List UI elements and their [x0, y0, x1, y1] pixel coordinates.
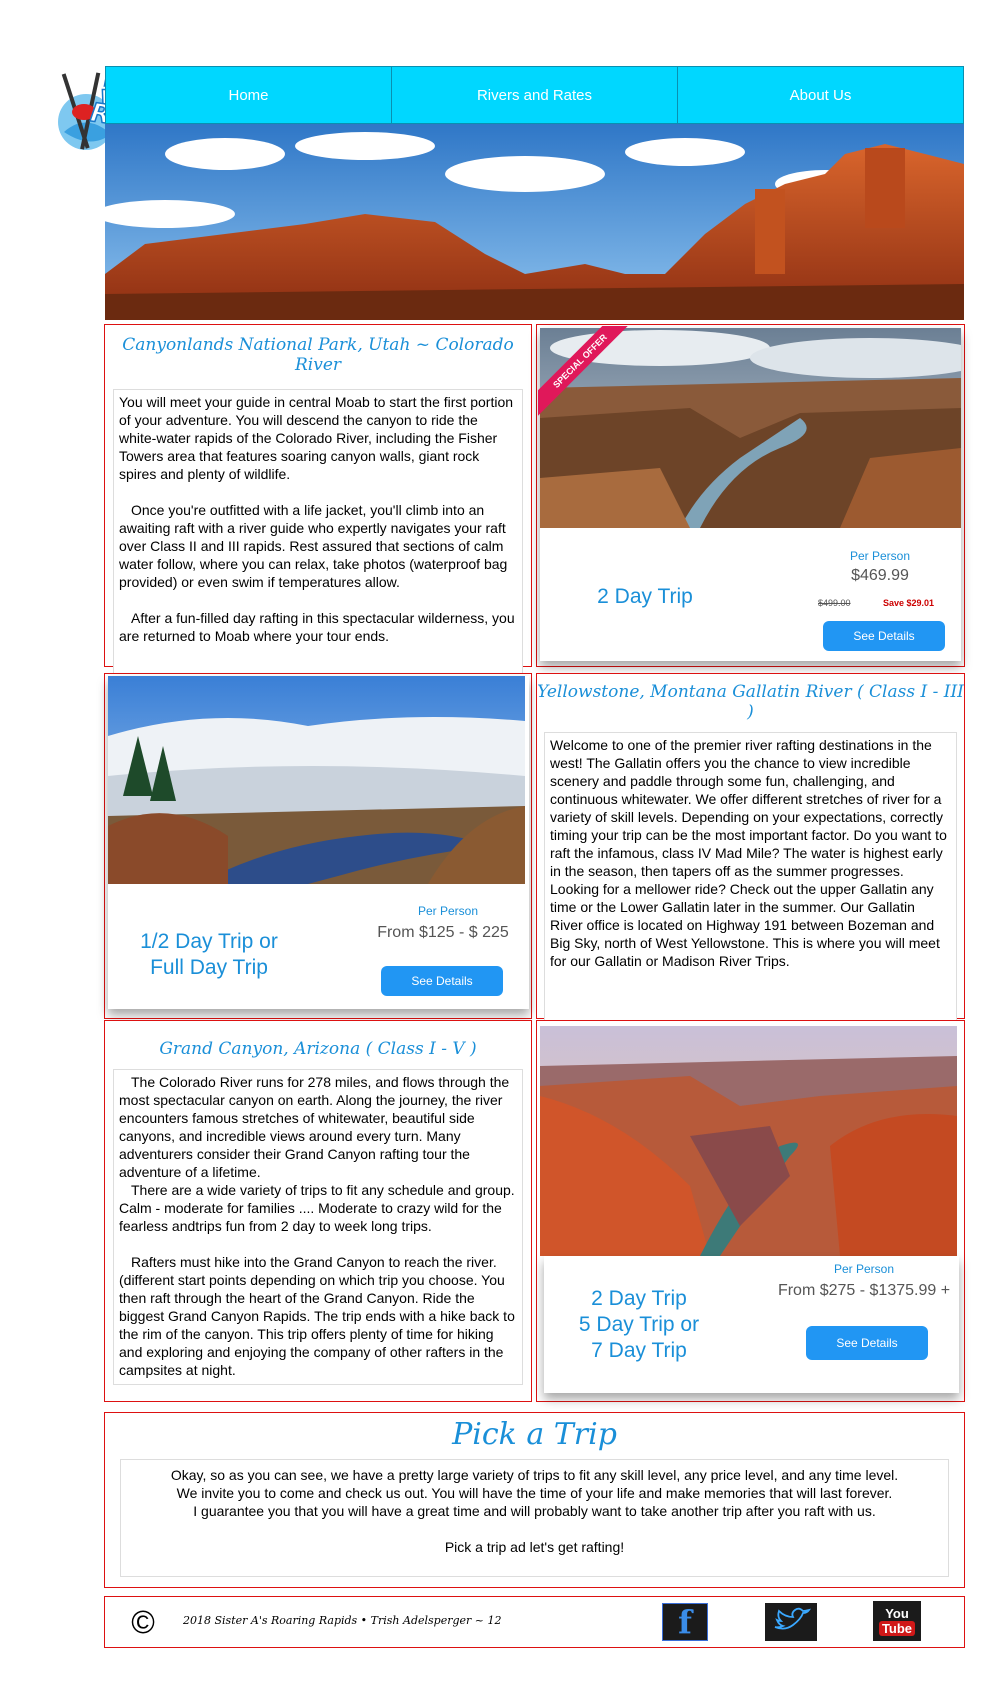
trip-price: From $125 - $ 225 — [377, 924, 509, 941]
special-offer-label: SPECIAL OFFER — [538, 326, 628, 416]
youtube-label: You — [885, 1605, 909, 1621]
pick-line: I guarantee you that you will have a gre… — [193, 1503, 876, 1519]
trip-card: 2 Day Trip 5 Day Trip or 7 Day Trip Per … — [544, 1256, 959, 1393]
grand-canyon-panel: Grand Canyon, Arizona ( Class I - V ) Th… — [104, 1020, 532, 1402]
grand-canyon-paragraph: There are a wide variety of trips to fit… — [119, 1182, 515, 1234]
trip-card: SPECIAL OFFER 2 Day Trip Per Person $469… — [538, 326, 961, 661]
see-details-button[interactable]: See Details — [806, 1326, 928, 1360]
facebook-glyph: f — [678, 1603, 692, 1641]
see-details-button[interactable]: See Details — [823, 621, 945, 651]
special-offer-ribbon: SPECIAL OFFER — [538, 326, 628, 416]
hero-image — [105, 124, 964, 320]
grand-canyon-title: Grand Canyon, Arizona ( Class I - V ) — [159, 1039, 477, 1059]
yellowstone-photo — [108, 676, 525, 884]
canyonlands-title: Canyonlands National Park, Utah ~ Colora… — [122, 335, 514, 375]
trip-duration-line: 1/2 Day Trip or — [140, 930, 278, 953]
canyonlands-description: You will meet your guide in central Moab… — [113, 389, 523, 681]
pick-line: Okay, so as you can see, we have a prett… — [170, 1467, 899, 1483]
canyonlands-card-panel: SPECIAL OFFER 2 Day Trip Per Person $469… — [536, 324, 965, 667]
main-nav: Home Rivers and Rates About Us — [105, 66, 964, 124]
footer: © 2018 Sister A's Roaring Rapids • Trish… — [104, 1596, 965, 1648]
canyonlands-paragraph: After a fun-filled day rafting in this s… — [119, 610, 515, 644]
nav-rivers-and-rates[interactable]: Rivers and Rates — [392, 67, 678, 123]
trip-price: From $275 - $1375.99 + — [777, 1282, 951, 1299]
pick-a-trip-text: Okay, so as you can see, we have a prett… — [120, 1459, 949, 1577]
trip-price: $469.99 — [851, 567, 909, 584]
grand-canyon-paragraph: The Colorado River runs for 278 miles, a… — [119, 1074, 510, 1180]
grand-canyon-paragraph: Rafters must hike into the Grand Canyon … — [119, 1254, 515, 1378]
pick-line: We invite you to come and check us out. … — [176, 1485, 893, 1501]
trip-card: 1/2 Day Trip or Full Day Trip Per Person… — [108, 676, 529, 1009]
nav-home[interactable]: Home — [106, 67, 392, 123]
trip-duration: 2 Day Trip 5 Day Trip or 7 Day Trip — [554, 1286, 724, 1364]
pick-line: Pick a trip ad let's get rafting! — [444, 1539, 625, 1555]
trip-duration-line: 5 Day Trip or — [578, 1313, 700, 1336]
pick-a-trip-panel: Pick a Trip Okay, so as you can see, we … — [104, 1412, 965, 1588]
canyonlands-paragraph: You will meet your guide in central Moab… — [119, 394, 514, 482]
copyright-icon: © — [131, 1604, 155, 1640]
canyonlands-panel: Canyonlands National Park, Utah ~ Colora… — [104, 324, 532, 681]
twitter-icon[interactable] — [765, 1603, 817, 1641]
grand-canyon-description: The Colorado River runs for 278 miles, a… — [113, 1069, 523, 1385]
per-person-label: Per Person — [833, 1262, 895, 1276]
yellowstone-card-panel: 1/2 Day Trip or Full Day Trip Per Person… — [104, 673, 532, 1019]
grand-canyon-photo — [540, 1026, 957, 1256]
copyright-text: 2018 Sister A's Roaring Rapids • Trish A… — [183, 1614, 502, 1627]
yellowstone-panel: Yellowstone, Montana Gallatin River ( Cl… — [536, 673, 965, 1034]
canyonlands-paragraph: Once you're outfitted with a life jacket… — [119, 502, 508, 590]
facebook-icon[interactable]: f — [662, 1603, 708, 1641]
nav-about-us[interactable]: About Us — [678, 67, 963, 123]
trip-duration-line: Full Day Trip — [150, 956, 268, 979]
trip-duration-line: 7 Day Trip — [591, 1339, 687, 1362]
youtube-label: Tube — [878, 1620, 916, 1636]
per-person-label: Per Person — [417, 904, 479, 918]
yellowstone-title: Yellowstone, Montana Gallatin River ( Cl… — [537, 682, 964, 722]
save-amount: Save $29.01 — [883, 598, 935, 608]
yellowstone-description: Welcome to one of the premier river raft… — [544, 732, 957, 1034]
see-details-button[interactable]: See Details — [381, 966, 503, 996]
grand-canyon-card-panel: 2 Day Trip 5 Day Trip or 7 Day Trip Per … — [536, 1020, 965, 1402]
per-person-label: Per Person — [849, 549, 911, 563]
trip-duration-line: 2 Day Trip — [591, 1287, 687, 1310]
youtube-icon[interactable]: You Tube — [873, 1601, 921, 1641]
trip-duration: 1/2 Day Trip or Full Day Trip — [124, 929, 294, 981]
trip-duration: 2 Day Trip — [597, 585, 693, 608]
old-price: $499.00 — [818, 598, 851, 608]
pick-a-trip-title: Pick a Trip — [452, 1417, 617, 1452]
